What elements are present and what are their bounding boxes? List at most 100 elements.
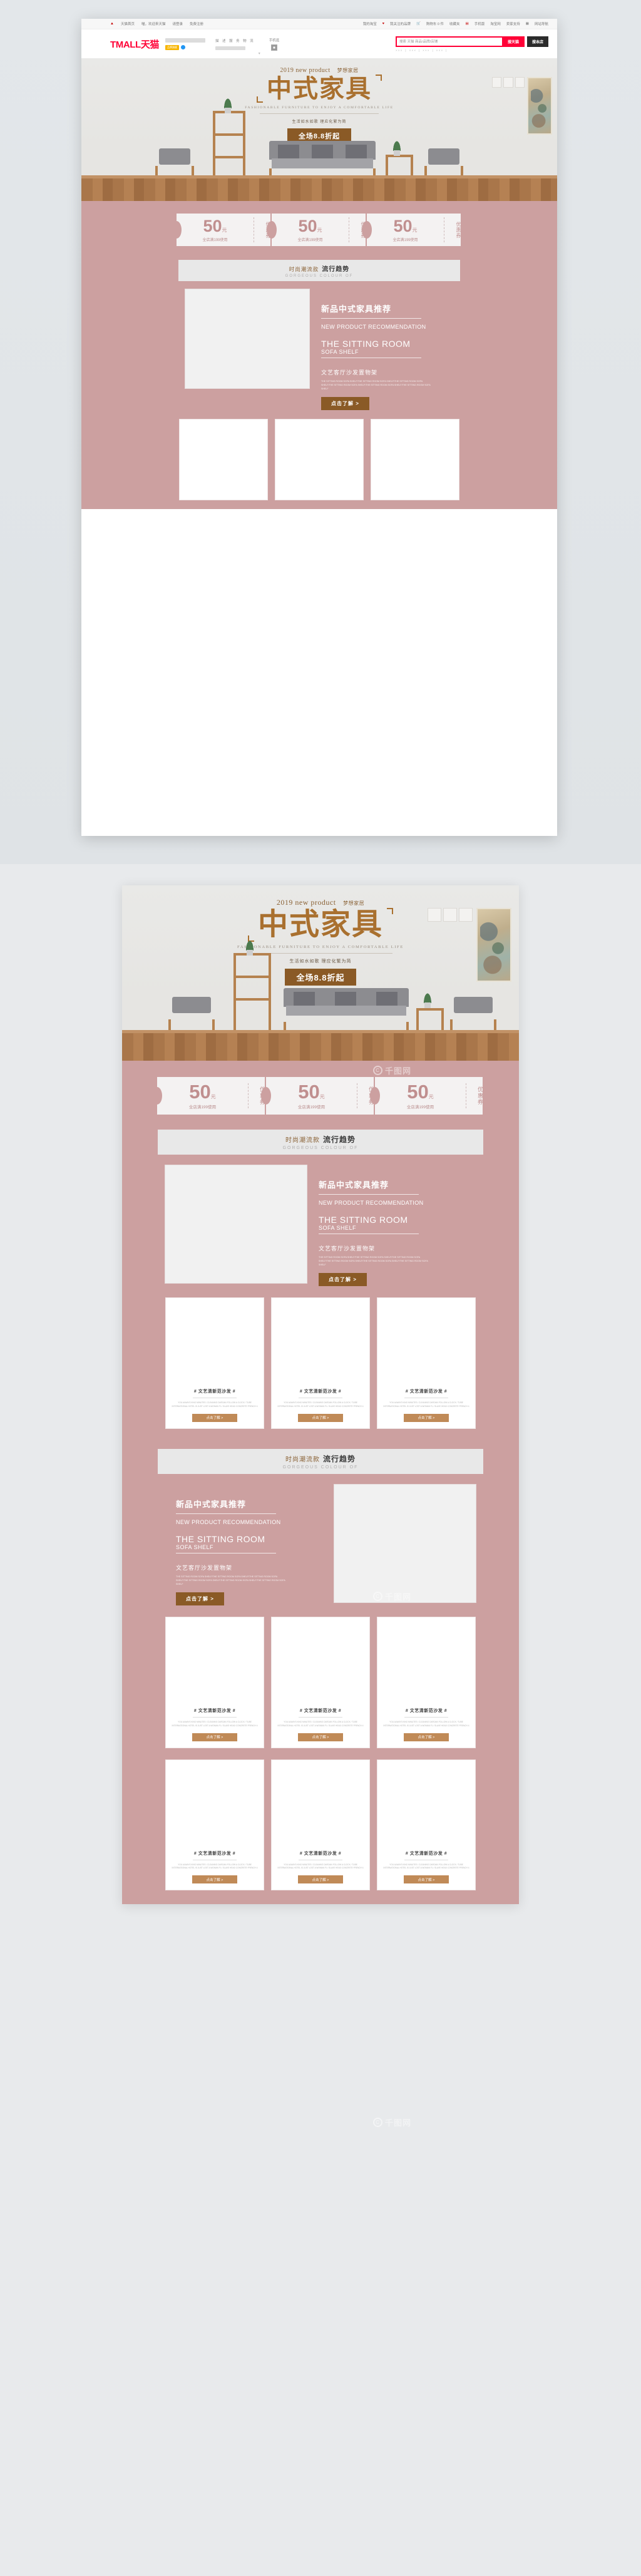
coupon-card[interactable]: 50元 全店满199使用 优惠券 bbox=[157, 1077, 265, 1115]
hero-divider bbox=[260, 113, 379, 115]
topbar-link-mobile[interactable]: 手机版 bbox=[474, 21, 485, 26]
topbar-link-mytaobao[interactable]: 我的淘宝 bbox=[363, 21, 377, 26]
hero-title-text: 中式家具 bbox=[257, 908, 383, 941]
section-heading-main: 流行趋势 bbox=[322, 1135, 356, 1144]
coupon-condition: 全店满199使用 bbox=[406, 1105, 434, 1110]
topbar-link-fav[interactable]: 收藏夹 bbox=[449, 21, 460, 26]
shop-name-block: 品牌旗舰 bbox=[165, 38, 206, 50]
product-cta-button[interactable]: 点击了解 > bbox=[192, 1733, 237, 1741]
product-card[interactable]: # 文艺清新范沙发 # YOU ALWAYS KING MINUTES / CL… bbox=[165, 1617, 264, 1748]
product-card[interactable] bbox=[371, 419, 459, 501]
hero-text-block: 2019 new product 梦想家居 中式家具 FASHIONABLE F… bbox=[122, 898, 519, 986]
product-cta-button[interactable]: 点击了解 > bbox=[298, 1733, 343, 1741]
topbar-link-taobao[interactable]: 淘宝网 bbox=[490, 21, 501, 26]
feature-image-placeholder[interactable] bbox=[334, 1483, 476, 1603]
feature-image-placeholder[interactable] bbox=[185, 289, 310, 389]
feature-text-block: 新品中式家具推荐 NEW PRODUCT RECOMMENDATION THE … bbox=[307, 1165, 476, 1287]
product-cta-button[interactable]: 点击了解 > bbox=[192, 1875, 237, 1884]
section-heading-prefix: 时尚潮流款 bbox=[285, 1456, 320, 1463]
product-image bbox=[171, 1303, 259, 1384]
hotword[interactable]: × × × bbox=[396, 49, 402, 52]
feature-cta-button[interactable]: 点击了解 > bbox=[319, 1273, 367, 1287]
feature-title-cn: 新品中式家具推荐 bbox=[321, 304, 392, 314]
product-cta-button[interactable]: 点击了解 > bbox=[298, 1413, 343, 1422]
coupon-card[interactable]: 50元 全店满199使用 优惠券 bbox=[177, 214, 271, 246]
feature-desc-cn: 文艺客厅沙发置物架 bbox=[321, 369, 378, 376]
product-card[interactable]: # 文艺清新范沙发 # YOU ALWAYS KING MINUTES / CL… bbox=[271, 1759, 370, 1891]
shop-page-preview-top: ▲ 天猫首页 喵，欢迎来天猫 请登录 免费注册 我的淘宝 ♥ 我关注的品牌 🛒 … bbox=[81, 19, 557, 836]
product-card[interactable] bbox=[275, 419, 364, 501]
section-heading-main: 流行趋势 bbox=[322, 1454, 356, 1463]
product-grid bbox=[81, 410, 557, 509]
wangwang-icon[interactable] bbox=[181, 45, 186, 49]
search-tmall-button[interactable]: 搜天猫 bbox=[502, 36, 525, 47]
topbar-link-home[interactable]: 天猫首页 bbox=[121, 21, 135, 26]
coupon-amount: 50元 bbox=[189, 1081, 216, 1103]
product-cta-button[interactable]: 点击了解 > bbox=[404, 1733, 449, 1741]
search-block: 搜索 天猫 商品/品牌/店铺 搜天猫 搜本店 × × × | × × × | × ×… bbox=[396, 36, 548, 52]
product-card[interactable]: # 文艺清新范沙发 # YOU ALWAYS KING MINUTES / CL… bbox=[271, 1297, 370, 1429]
coupon-card[interactable]: 50元 全店满199使用 优惠券 bbox=[272, 214, 366, 246]
wood-floor-decor bbox=[81, 175, 557, 201]
hotword[interactable]: × × × bbox=[409, 49, 416, 52]
tmall-logo[interactable]: TMALL天猫 bbox=[110, 38, 159, 51]
topbar-link-seller[interactable]: 卖家支持 bbox=[506, 21, 520, 26]
search-input[interactable]: 搜索 天猫 商品/品牌/店铺 bbox=[396, 36, 502, 47]
product-image bbox=[376, 425, 454, 494]
tmall-cat-icon: ▲ bbox=[110, 22, 114, 26]
topbar-link-cart[interactable]: 购物车 0 件 bbox=[426, 21, 444, 26]
product-card[interactable] bbox=[179, 419, 268, 501]
feature-line-en-small: SOFA SHELF bbox=[319, 1225, 357, 1231]
tmall-logo-row: TMALL天猫 品牌旗舰 描 述 服 务 物 流 ▾ 手机逛 搜索 天猫 商品/… bbox=[81, 29, 557, 58]
product-title: # 文艺清新范沙发 # bbox=[405, 1389, 448, 1394]
product-grid: # 文艺清新范沙发 # YOU ALWAYS KING MINUTES / CL… bbox=[122, 1605, 519, 1759]
shelf-furniture-decor bbox=[233, 953, 271, 1033]
search-shop-button[interactable]: 搜本店 bbox=[527, 36, 548, 47]
section-heading-en: GORGEOUS COLOUR OF bbox=[282, 1146, 359, 1150]
section-heading-en: GORGEOUS COLOUR OF bbox=[282, 1465, 359, 1470]
hero-cta-badge[interactable]: 全场8.8折起 bbox=[285, 968, 356, 986]
topbar-link-sitenav[interactable]: 网站导航 bbox=[535, 21, 548, 26]
hotword[interactable]: × × × bbox=[423, 49, 429, 52]
topbar-link-brands[interactable]: 我关注的品牌 bbox=[390, 21, 411, 26]
feature-line-en-big: THE SITTING ROOM bbox=[321, 339, 411, 349]
product-card[interactable]: # 文艺清新范沙发 # YOU ALWAYS KING MINUTES / CL… bbox=[377, 1297, 476, 1429]
product-cta-button[interactable]: 点击了解 > bbox=[192, 1413, 237, 1422]
product-card[interactable]: # 文艺清新范沙发 # YOU ALWAYS KING MINUTES / CL… bbox=[377, 1617, 476, 1748]
topbar-link-register[interactable]: 免费注册 bbox=[190, 21, 203, 26]
product-card[interactable]: # 文艺清新范沙发 # YOU ALWAYS KING MINUTES / CL… bbox=[165, 1297, 264, 1429]
shop-name-placeholder-bar bbox=[165, 38, 206, 43]
topbar-link-login[interactable]: 请登录 bbox=[172, 21, 183, 26]
mobile-shop-label: 手机逛 bbox=[269, 38, 280, 43]
tmall-topbar: ▲ 天猫首页 喵，欢迎来天猫 请登录 免费注册 我的淘宝 ♥ 我关注的品牌 🛒 … bbox=[81, 19, 557, 29]
product-card[interactable]: # 文艺清新范沙发 # YOU ALWAYS KING MINUTES / CL… bbox=[165, 1759, 264, 1891]
coupon-card[interactable]: 50元 全店满199使用 优惠券 bbox=[266, 1077, 374, 1115]
product-image bbox=[171, 1622, 259, 1703]
feature-title-en: NEW PRODUCT RECOMMENDATION bbox=[319, 1200, 424, 1206]
coupon-card[interactable]: 50元 全店满199使用 优惠券 bbox=[375, 1077, 483, 1115]
feature-cta-button[interactable]: 点击了解 > bbox=[321, 397, 369, 411]
feature-image-placeholder[interactable] bbox=[165, 1165, 307, 1284]
hero-text-block: 2019 new product 梦想家居 中式家具 FASHIONABLE F… bbox=[81, 67, 557, 144]
feature-text-block: 新品中式家具推荐 NEW PRODUCT RECOMMENDATION THE … bbox=[310, 289, 454, 411]
product-cta-button[interactable]: 点击了解 > bbox=[404, 1413, 449, 1422]
hotword[interactable]: × × × bbox=[436, 49, 443, 52]
product-tiny-text: YOU ALWAYS KING MINUTES / CLEANING DAROA… bbox=[383, 1721, 469, 1727]
feature-cta-button[interactable]: 点击了解 > bbox=[176, 1592, 224, 1606]
product-cta-button[interactable]: 点击了解 > bbox=[298, 1875, 343, 1884]
product-image bbox=[277, 1765, 364, 1845]
side-table-decor bbox=[416, 1008, 444, 1033]
product-card[interactable]: # 文艺清新范沙发 # YOU ALWAYS KING MINUTES / CL… bbox=[271, 1617, 370, 1748]
product-cta-button[interactable]: 点击了解 > bbox=[404, 1875, 449, 1884]
chair-right-decor bbox=[450, 997, 496, 1033]
browser-mockup-section: ▲ 天猫首页 喵，欢迎来天猫 请登录 免费注册 我的淘宝 ♥ 我关注的品牌 🛒 … bbox=[0, 0, 641, 864]
section-heading-main: 流行趋势 bbox=[322, 265, 350, 273]
product-grid: # 文艺清新范沙发 # YOU ALWAYS KING MINUTES / CL… bbox=[122, 1286, 519, 1440]
product-card[interactable]: # 文艺清新范沙发 # YOU ALWAYS KING MINUTES / CL… bbox=[377, 1759, 476, 1891]
chevron-down-icon[interactable]: ▾ bbox=[259, 51, 260, 56]
hero-banner: 2019 new product 梦想家居 中式家具 FASHIONABLE F… bbox=[81, 58, 557, 201]
plant-decor bbox=[423, 992, 433, 1008]
coupon-card[interactable]: 50元 全店满199使用 优惠券 bbox=[367, 214, 461, 246]
product-image bbox=[382, 1303, 470, 1384]
feature-desc-tiny: THE SITTING ROOM SOFA SHELF/THE SITTING … bbox=[176, 1575, 285, 1586]
